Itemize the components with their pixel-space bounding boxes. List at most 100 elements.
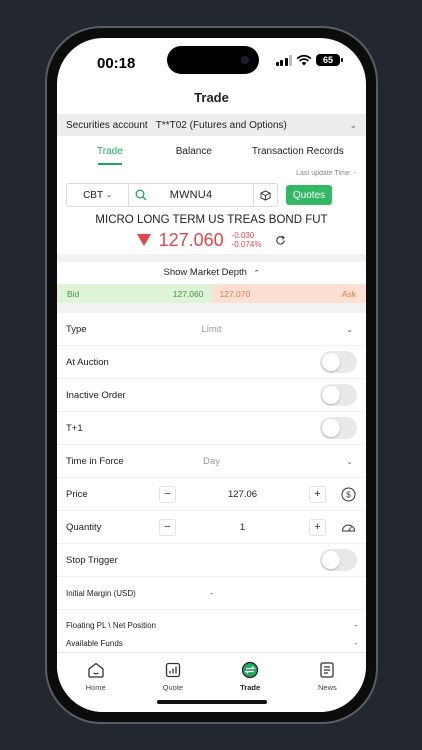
account-selector[interactable]: Securities account T**T02 (Futures and O… xyxy=(57,114,366,136)
phone-frame: 00:18 65 Trade Securities account T**T02… xyxy=(45,26,378,724)
at-auction-row: At Auction xyxy=(57,346,366,379)
cellular-signal-icon xyxy=(275,54,292,66)
type-label: Type xyxy=(66,323,87,335)
home-icon xyxy=(87,662,104,678)
chevron-up-icon: ⌃ xyxy=(253,270,260,277)
tabbar-quote-label: Quote xyxy=(162,683,184,692)
initial-margin-value: - xyxy=(210,588,213,598)
show-market-depth-toggle[interactable]: Show Market Depth ⌃ xyxy=(57,262,366,284)
exchange-selector[interactable]: CBT ⌄ xyxy=(67,184,129,206)
symbol-input[interactable]: MWNU4 xyxy=(129,184,277,206)
trade-icon xyxy=(242,661,259,679)
available-funds-label: Available Funds xyxy=(66,638,123,648)
quantity-row-input: Quantity − 1 + xyxy=(57,511,366,544)
svg-text:$: $ xyxy=(346,490,351,499)
news-icon xyxy=(320,662,335,678)
stop-trigger-row: Stop Trigger xyxy=(57,544,366,577)
price-label: Price xyxy=(66,488,88,500)
account-value: T**T02 (Futures and Options) xyxy=(155,119,287,131)
section-divider xyxy=(57,254,366,262)
t-plus-1-label: T+1 xyxy=(66,422,83,434)
t-plus-1-row: T+1 xyxy=(57,412,366,445)
time-in-force-select[interactable]: Time in Force Day ⌄ xyxy=(57,445,366,478)
tab-balance[interactable]: Balance xyxy=(176,146,212,157)
tab-transaction-records[interactable]: Transaction Records xyxy=(252,146,344,157)
initial-margin-row: Initial Margin (USD) - xyxy=(57,577,366,610)
dollar-circle-icon[interactable]: $ xyxy=(339,485,357,503)
gauge-icon[interactable] xyxy=(339,518,357,536)
change-percent: -0.074% xyxy=(231,240,262,249)
price-input[interactable]: 127.06 xyxy=(176,489,309,500)
available-funds-value: - xyxy=(354,638,357,648)
price-stepper: − 127.06 + xyxy=(159,485,326,503)
stop-trigger-label: Stop Trigger xyxy=(66,554,118,566)
bid-label: Bid xyxy=(67,288,80,299)
bid-price: 127.060 xyxy=(172,288,204,299)
price-change: -0.030 -0.074% xyxy=(232,231,262,249)
quantity-stepper: − 1 + xyxy=(159,518,326,536)
price-row-input: Price − 127.06 + $ xyxy=(57,478,366,511)
battery-icon: 65 xyxy=(316,54,343,66)
quantity-decrement-button[interactable]: − xyxy=(159,518,176,536)
change-value: -0.030 xyxy=(231,231,255,240)
quantity-increment-button[interactable]: + xyxy=(309,518,326,536)
status-icons: 65 xyxy=(275,54,343,66)
home-indicator[interactable] xyxy=(157,700,267,704)
price-increment-button[interactable]: + xyxy=(309,485,326,503)
quantity-input[interactable]: 1 xyxy=(176,522,309,533)
floating-pl-label: Floating PL \ Net Position xyxy=(66,620,156,630)
symbol-search-box: CBT ⌄ MWNU4 xyxy=(66,183,278,207)
last-price: 127.060 xyxy=(158,229,224,250)
time-in-force-label: Time in Force xyxy=(66,455,124,467)
price-row: 127.060 -0.030 -0.074% xyxy=(57,227,366,253)
ask-label: Ask xyxy=(341,288,356,299)
chevron-down-icon: ⌄ xyxy=(349,119,357,130)
order-type-select[interactable]: Type Limit ⌄ xyxy=(57,313,366,346)
tabbar-trade-label: Trade xyxy=(240,683,261,692)
ask-cell[interactable]: 127.070 Ask xyxy=(211,284,366,303)
quantity-label: Quantity xyxy=(66,521,102,533)
search-icon xyxy=(135,189,147,201)
exchange-value: CBT xyxy=(83,189,104,201)
floating-pl-row: Floating PL \ Net Position - xyxy=(66,616,357,634)
dynamic-island xyxy=(167,46,259,74)
section-divider xyxy=(57,303,366,313)
chevron-down-icon: ⌄ xyxy=(346,456,353,466)
tabbar-home[interactable]: Home xyxy=(57,653,134,712)
inactive-order-row: Inactive Order xyxy=(57,379,366,412)
t-plus-1-toggle[interactable] xyxy=(320,417,357,439)
account-label: Securities account xyxy=(66,119,148,131)
tab-bar: Trade Balance Transaction Records xyxy=(57,136,366,166)
symbol-search-row: CBT ⌄ MWNU4 Quotes xyxy=(57,182,366,208)
symbol-value: MWNU4 xyxy=(169,189,213,201)
down-arrow-icon xyxy=(136,234,151,246)
bid-ask-bar: Bid 127.060 127.070 Ask xyxy=(57,284,366,303)
tab-trade[interactable]: Trade xyxy=(97,146,123,157)
inactive-order-label: Inactive Order xyxy=(66,389,126,401)
status-bar: 00:18 65 xyxy=(57,38,366,86)
bid-cell[interactable]: Bid 127.060 xyxy=(57,284,212,303)
tabbar-news-label: News xyxy=(317,683,337,692)
cube-icon[interactable] xyxy=(253,184,277,206)
price-decrement-button[interactable]: − xyxy=(159,485,176,503)
instrument-name: MICRO LONG TERM US TREAS BOND FUT xyxy=(95,214,328,226)
at-auction-label: At Auction xyxy=(66,356,109,368)
tabbar-home-label: Home xyxy=(85,683,106,692)
wifi-icon xyxy=(296,54,312,65)
status-time: 00:18 xyxy=(97,55,136,72)
ask-price: 127.070 xyxy=(219,288,251,299)
quote-chart-icon xyxy=(165,662,181,678)
inactive-order-toggle[interactable] xyxy=(320,384,357,406)
quotes-button[interactable]: Quotes xyxy=(286,185,332,205)
position-summary: Floating PL \ Net Position - Available F… xyxy=(57,616,366,652)
stop-trigger-toggle[interactable] xyxy=(320,549,357,571)
page-title: Trade xyxy=(194,90,229,105)
chevron-down-icon: ⌄ xyxy=(346,324,353,334)
tabbar-news[interactable]: News xyxy=(289,653,366,712)
at-auction-toggle[interactable] xyxy=(320,351,357,373)
app-screen: 00:18 65 Trade Securities account T**T02… xyxy=(57,38,366,712)
last-update-time: Last update Time: - xyxy=(296,170,356,177)
refresh-icon[interactable] xyxy=(275,235,286,246)
available-funds-row: Available Funds - xyxy=(66,634,357,652)
floating-pl-value: - xyxy=(354,620,357,630)
